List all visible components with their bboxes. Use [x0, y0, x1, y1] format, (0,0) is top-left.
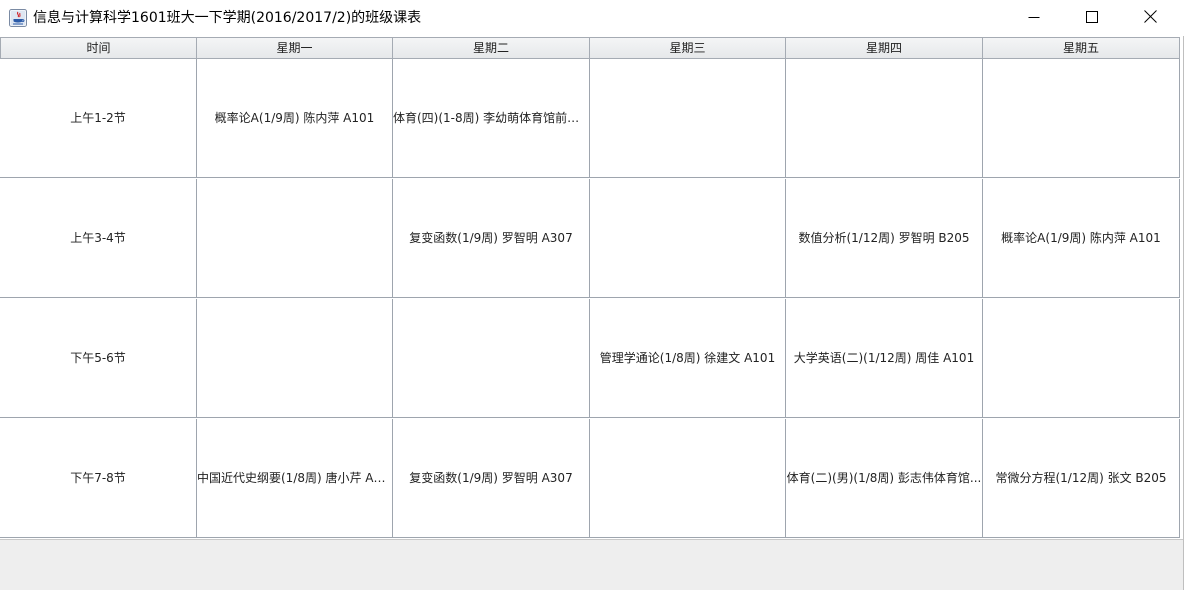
course-cell[interactable]: 常微分方程(1/12周) 张文 B205 — [983, 419, 1180, 538]
course-cell[interactable] — [590, 179, 786, 298]
close-icon — [1143, 8, 1157, 27]
empty-panel-area — [0, 539, 1183, 590]
table-row: 上午3-4节 复变函数(1/9周) 罗智明 A307 数值分析(1/12周) 罗… — [0, 179, 1180, 299]
course-cell[interactable]: 数值分析(1/12周) 罗智明 B205 — [786, 179, 983, 298]
column-header-thursday[interactable]: 星期四 — [785, 37, 982, 59]
time-slot-cell[interactable]: 下午7-8节 — [0, 419, 197, 538]
close-button[interactable] — [1121, 0, 1179, 34]
course-cell[interactable]: 管理学通论(1/8周) 徐建文 A101 — [590, 299, 786, 418]
column-header-tuesday[interactable]: 星期二 — [392, 37, 589, 59]
column-header-friday[interactable]: 星期五 — [982, 37, 1180, 59]
course-cell[interactable]: 体育(二)(男)(1/8周) 彭志伟体育馆... — [786, 419, 983, 538]
java-app-icon — [9, 9, 27, 27]
table-row: 下午7-8节 中国近代史纲要(1/8周) 唐小芹 A101 复变函数(1/9周)… — [0, 419, 1180, 539]
table-row: 下午5-6节 管理学通论(1/8周) 徐建文 A101 大学英语(二)(1/12… — [0, 299, 1180, 419]
title-bar[interactable]: 信息与计算科学1601班大一下学期(2016/2017/2)的班级课表 — [0, 0, 1184, 36]
table-row: 上午1-2节 概率论A(1/9周) 陈内萍 A101 体育(四)(1-8周) 李… — [0, 59, 1180, 179]
time-slot-cell[interactable]: 下午5-6节 — [0, 299, 197, 418]
course-cell[interactable]: 大学英语(二)(1/12周) 周佳 A101 — [786, 299, 983, 418]
course-cell[interactable] — [590, 59, 786, 178]
table-header-row: 时间 星期一 星期二 星期三 星期四 星期五 — [0, 37, 1180, 59]
time-slot-cell[interactable]: 上午1-2节 — [0, 59, 197, 178]
column-header-monday[interactable]: 星期一 — [196, 37, 392, 59]
window-title: 信息与计算科学1601班大一下学期(2016/2017/2)的班级课表 — [33, 10, 422, 26]
course-cell[interactable] — [983, 59, 1180, 178]
course-cell[interactable] — [590, 419, 786, 538]
minimize-button[interactable] — [1005, 0, 1063, 34]
column-header-time[interactable]: 时间 — [0, 37, 196, 59]
course-cell[interactable]: 中国近代史纲要(1/8周) 唐小芹 A101 — [197, 419, 393, 538]
column-header-wednesday[interactable]: 星期三 — [589, 37, 785, 59]
app-window: 信息与计算科学1601班大一下学期(2016/2017/2)的班级课表 时间 星… — [0, 0, 1184, 590]
course-cell[interactable] — [197, 299, 393, 418]
course-cell[interactable]: 概率论A(1/9周) 陈内萍 A101 — [983, 179, 1180, 298]
maximize-icon — [1086, 8, 1098, 27]
maximize-button[interactable] — [1063, 0, 1121, 34]
course-cell[interactable] — [393, 299, 590, 418]
timetable[interactable]: 时间 星期一 星期二 星期三 星期四 星期五 上午1-2节 概率论A(1/9周)… — [0, 37, 1180, 539]
course-cell[interactable]: 体育(四)(1-8周) 李幼萌体育馆前坪 ... — [393, 59, 590, 178]
time-slot-cell[interactable]: 上午3-4节 — [0, 179, 197, 298]
course-cell[interactable] — [197, 179, 393, 298]
course-cell[interactable]: 复变函数(1/9周) 罗智明 A307 — [393, 179, 590, 298]
minimize-icon — [1028, 8, 1040, 27]
course-cell[interactable] — [786, 59, 983, 178]
course-cell[interactable]: 概率论A(1/9周) 陈内萍 A101 — [197, 59, 393, 178]
course-cell[interactable]: 复变函数(1/9周) 罗智明 A307 — [393, 419, 590, 538]
course-cell[interactable] — [983, 299, 1180, 418]
